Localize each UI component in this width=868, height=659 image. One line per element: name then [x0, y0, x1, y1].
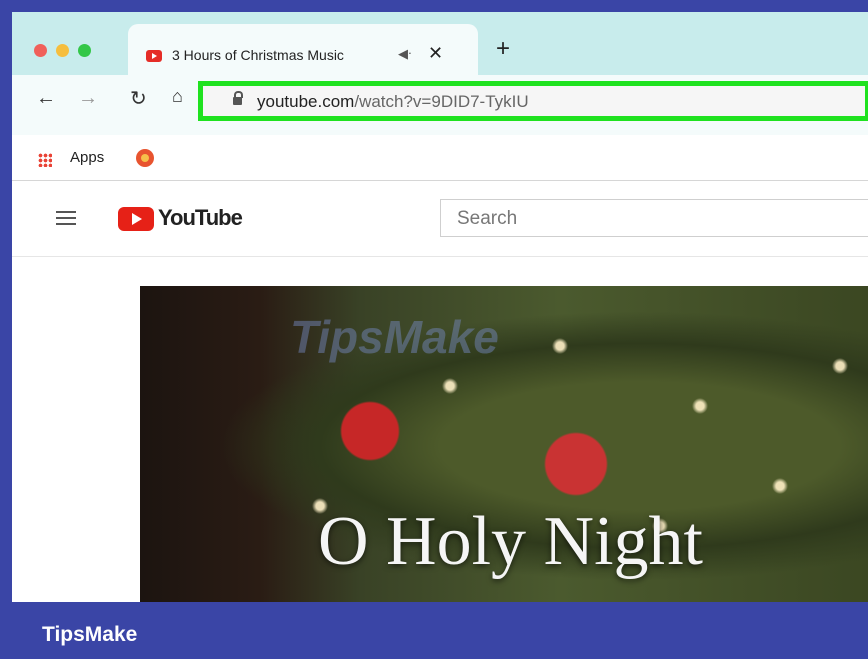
speaker-icon[interactable]: ◀ᐧ	[398, 46, 411, 62]
youtube-header: YouTube Search	[12, 181, 868, 257]
back-arrow-icon[interactable]: ←	[36, 87, 56, 110]
url-text[interactable]: youtube.com/watch?v=9DID7-TykIU	[257, 92, 529, 112]
footer-brand: TipsMake	[42, 623, 138, 646]
apps-bookmark[interactable]: Apps	[70, 149, 104, 166]
video-player[interactable]: TipsMake O Holy Night	[140, 286, 868, 602]
browser-toolbar: ← → ↻ ⌂ youtube.com/watch?v=9DID7-TykIU …	[12, 75, 868, 167]
search-input[interactable]: Search	[440, 199, 868, 237]
tab-close-icon[interactable]: ✕	[428, 43, 443, 64]
tab-title: 3 Hours of Christmas Music	[172, 47, 344, 63]
hamburger-menu-icon[interactable]	[56, 211, 76, 225]
tab-youtube[interactable]: 3 Hours of Christmas Music ◀ᐧ ✕	[128, 24, 478, 75]
bookmark-favicon-icon[interactable]	[136, 149, 154, 167]
youtube-favicon-icon	[146, 50, 162, 62]
tab-strip: 3 Hours of Christmas Music ◀ᐧ ✕ +	[12, 12, 868, 75]
minimize-window-button[interactable]	[56, 44, 69, 57]
url-domain: youtube.com	[257, 92, 355, 111]
youtube-logo-icon[interactable]	[118, 207, 154, 231]
forward-arrow-icon[interactable]: →	[78, 87, 98, 110]
url-path: /watch?v=9DID7-TykIU	[354, 92, 529, 111]
watermark: TipsMake	[290, 311, 499, 363]
reload-icon[interactable]: ↻	[130, 86, 147, 111]
youtube-logo-text[interactable]: YouTube	[158, 205, 243, 231]
home-icon[interactable]: ⌂	[172, 86, 183, 107]
new-tab-button[interactable]: +	[496, 37, 510, 61]
lock-icon	[233, 91, 243, 105]
video-caption: O Holy Night	[318, 503, 703, 580]
close-window-button[interactable]	[34, 44, 47, 57]
browser-window: 3 Hours of Christmas Music ◀ᐧ ✕ + ← → ↻ …	[12, 12, 868, 602]
maximize-window-button[interactable]	[78, 44, 91, 57]
address-bar[interactable]: youtube.com/watch?v=9DID7-TykIU	[198, 81, 868, 121]
apps-grid-icon[interactable]	[38, 153, 52, 167]
